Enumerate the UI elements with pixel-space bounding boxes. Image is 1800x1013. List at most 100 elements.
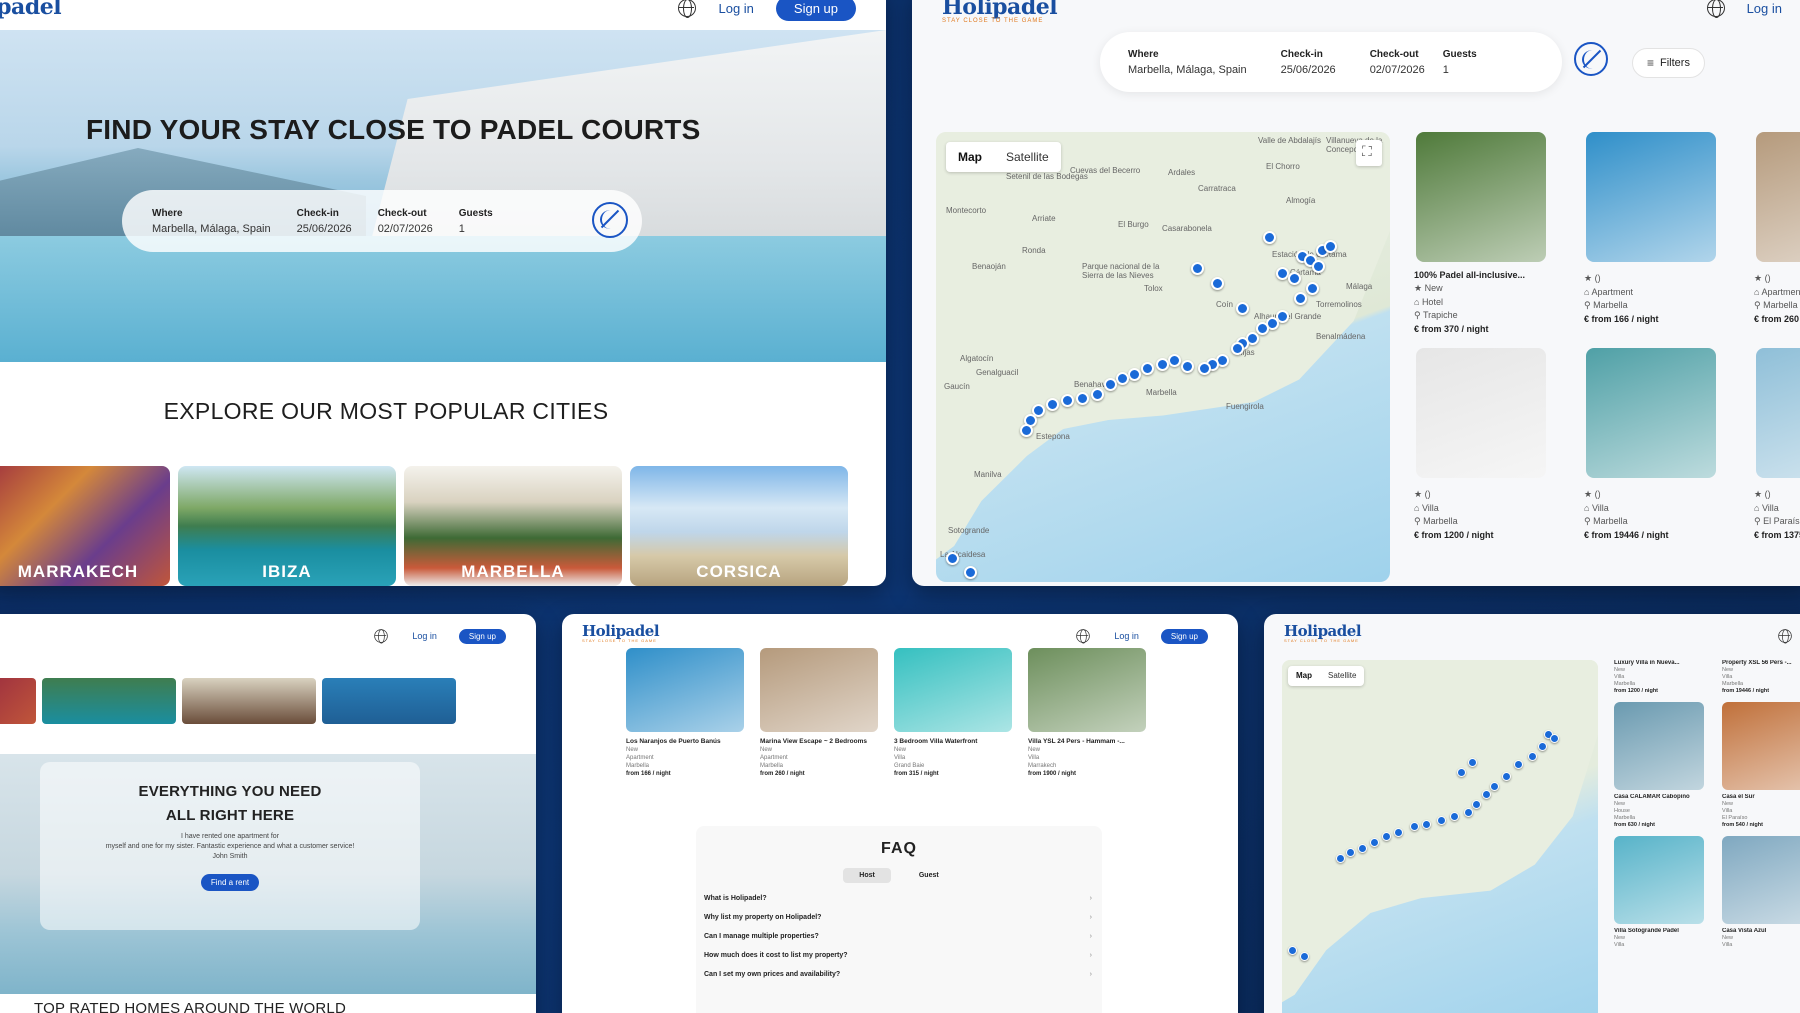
- globe-icon[interactable]: [678, 0, 697, 18]
- listing-card[interactable]: ★ () ⌂ Villa ⚲ Marbella € from 1200 / night: [1414, 348, 1564, 540]
- where-field[interactable]: Where Marbella, Málaga, Spain: [1128, 49, 1247, 76]
- map-pin[interactable]: [1324, 240, 1337, 253]
- find-rent-button[interactable]: Find a rent: [200, 874, 260, 891]
- globe-icon[interactable]: [1706, 0, 1725, 18]
- city-thumb[interactable]: [182, 678, 316, 724]
- filters-button[interactable]: Filters: [1632, 48, 1705, 78]
- map-pin[interactable]: [946, 552, 959, 565]
- map-pin[interactable]: [1382, 832, 1391, 841]
- map-pin[interactable]: [1514, 760, 1523, 769]
- map-pin[interactable]: [1191, 262, 1204, 275]
- map-pin[interactable]: [1538, 742, 1547, 751]
- map-pin[interactable]: [1437, 816, 1446, 825]
- login-link[interactable]: Log in: [412, 631, 437, 641]
- city-card-marbella[interactable]: MARBELLA: [404, 466, 622, 586]
- listing-card[interactable]: ★ () ⌂ Apartment ⚲ Marbella € from 166 / ni…: [1584, 132, 1734, 334]
- satellite-tab[interactable]: Satellite: [994, 142, 1061, 172]
- checkout-field[interactable]: Check-out 02/07/2026: [1370, 49, 1425, 76]
- map-tab[interactable]: Map: [946, 142, 994, 172]
- listing-card[interactable]: Luxury Villa in Nueva... New Villa Marbella…: [1614, 656, 1710, 694]
- listing-image[interactable]: [1416, 348, 1546, 478]
- listing-image[interactable]: [1614, 836, 1704, 924]
- listing-card[interactable]: 3 Bedroom Villa Waterfront New Villa Grand …: [894, 648, 1012, 777]
- map-pin[interactable]: [1312, 260, 1325, 273]
- listing-image[interactable]: [1756, 348, 1800, 478]
- map-pin[interactable]: [1457, 768, 1466, 777]
- listing-image[interactable]: [1722, 836, 1800, 924]
- faq-question[interactable]: Can I set my own prices and availability…: [704, 971, 1092, 978]
- map-pin[interactable]: [1306, 282, 1319, 295]
- globe-icon[interactable]: [1076, 629, 1091, 644]
- listing-card[interactable]: Los Naranjos de Puerto Banús New Apartment…: [626, 648, 744, 777]
- guests-field[interactable]: Guests 1: [1443, 49, 1477, 76]
- map-pin[interactable]: [1128, 368, 1141, 381]
- listing-card[interactable]: Marina View Escape ~ 2 Bedrooms New Apartm…: [760, 648, 878, 777]
- signup-button[interactable]: Sign up: [1160, 628, 1208, 644]
- faq-question[interactable]: Why list my property on Holipadel? ›: [704, 914, 1092, 921]
- map-pin[interactable]: [1116, 372, 1129, 385]
- satellite-tab[interactable]: Satellite: [1320, 666, 1364, 686]
- map-pin[interactable]: [1422, 820, 1431, 829]
- listing-image[interactable]: [760, 648, 878, 732]
- guests-field[interactable]: Guests 1: [459, 208, 493, 235]
- listing-card[interactable]: Villa Sotogrande Padel New Villa: [1614, 836, 1710, 949]
- map-pin[interactable]: [1464, 808, 1473, 817]
- map-pin[interactable]: [1076, 392, 1089, 405]
- map-pin[interactable]: [1141, 362, 1154, 375]
- globe-icon[interactable]: [1778, 629, 1792, 644]
- listing-card[interactable]: 100% Padel all-inclusive... ★ New ⌂ Hotel ⚲…: [1414, 132, 1564, 334]
- faq-question[interactable]: What is Holipadel? ›: [704, 895, 1092, 902]
- listing-card[interactable]: Casa Vista Azul New Villa: [1722, 836, 1800, 949]
- map-pin[interactable]: [1231, 342, 1244, 355]
- map-pin[interactable]: [1046, 398, 1059, 411]
- login-link[interactable]: Log in: [718, 1, 753, 16]
- map-pin[interactable]: [1288, 272, 1301, 285]
- map-type-toggle[interactable]: Map Satellite: [946, 142, 1061, 172]
- globe-icon[interactable]: [374, 629, 389, 644]
- map-pin[interactable]: [1490, 782, 1499, 791]
- tab-guest[interactable]: Guest: [903, 868, 955, 883]
- login-link[interactable]: Log in: [1747, 1, 1782, 16]
- checkin-field[interactable]: Check-in 25/06/2026: [297, 208, 352, 235]
- map-pin[interactable]: [1181, 360, 1194, 373]
- logo[interactable]: Holipadel: [0, 0, 62, 20]
- listing-card[interactable]: Casa CALAMAR Cabopino New House Marbella fro…: [1614, 702, 1710, 828]
- map-pin[interactable]: [1358, 844, 1367, 853]
- listing-image[interactable]: [626, 648, 744, 732]
- map-pin[interactable]: [1370, 838, 1379, 847]
- map-pin[interactable]: [1263, 231, 1276, 244]
- listing-image[interactable]: [1614, 702, 1704, 790]
- listing-image[interactable]: [1028, 648, 1146, 732]
- listing-image[interactable]: [1586, 132, 1716, 262]
- faq-question[interactable]: How much does it cost to list my propert…: [704, 952, 1092, 959]
- signup-button[interactable]: Sign up: [458, 628, 506, 644]
- map-pin[interactable]: [1472, 800, 1481, 809]
- map-pin[interactable]: [1450, 812, 1459, 821]
- map[interactable]: Map Satellite Valle de Abdalajís Villanu…: [936, 132, 1390, 582]
- listing-card[interactable]: Property XSL 56 Pers -... New Villa Marbell…: [1722, 656, 1800, 694]
- map-pin[interactable]: [1346, 848, 1355, 857]
- map-pin[interactable]: [1091, 388, 1104, 401]
- map-pin[interactable]: [1104, 378, 1117, 391]
- map-pin[interactable]: [1528, 752, 1537, 761]
- map-type-toggle[interactable]: Map Satellite: [1288, 666, 1365, 686]
- map-pin[interactable]: [1236, 302, 1249, 315]
- listing-image[interactable]: [1416, 132, 1546, 262]
- city-thumb[interactable]: [0, 678, 36, 724]
- map-pin[interactable]: [1288, 946, 1297, 955]
- city-thumb[interactable]: [42, 678, 176, 724]
- city-card-corsica[interactable]: CORSICA: [630, 466, 848, 586]
- map-pin[interactable]: [1256, 322, 1269, 335]
- listing-image[interactable]: [1586, 348, 1716, 478]
- logo[interactable]: Holipadel STAY CLOSE TO THE GAME: [1284, 622, 1362, 643]
- city-card-ibiza[interactable]: IBIZA: [178, 466, 396, 586]
- map-pin[interactable]: [964, 566, 977, 579]
- login-link[interactable]: Log in: [1114, 631, 1139, 641]
- map-pin[interactable]: [1482, 790, 1491, 799]
- map-pin[interactable]: [1336, 854, 1345, 863]
- map-tab[interactable]: Map: [1288, 666, 1320, 686]
- map-pin[interactable]: [1300, 952, 1309, 961]
- map-pin[interactable]: [1020, 424, 1033, 437]
- logo[interactable]: Holipadel STAY CLOSE TO THE GAME: [942, 0, 1058, 24]
- map-pin[interactable]: [1061, 394, 1074, 407]
